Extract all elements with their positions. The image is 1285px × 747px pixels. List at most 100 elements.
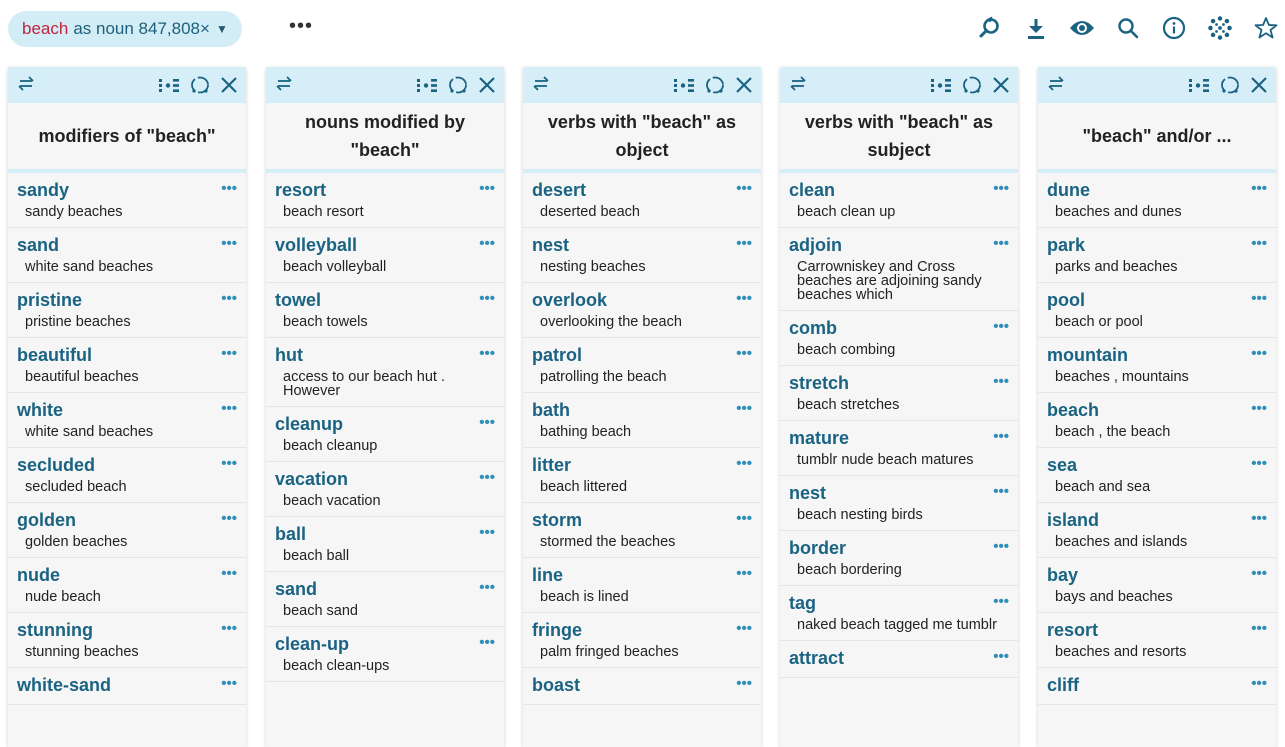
- collocation-row[interactable]: border ••• beach bordering: [780, 531, 1018, 586]
- collocation-row[interactable]: clean-up ••• beach clean-ups: [266, 627, 504, 682]
- collocation-row[interactable]: bay ••• bays and beaches: [1038, 558, 1276, 613]
- collocation-row[interactable]: sea ••• beach and sea: [1038, 448, 1276, 503]
- swap-arrows-icon[interactable]: [788, 75, 808, 96]
- row-menu-icon[interactable]: •••: [1251, 676, 1267, 691]
- collocate-word[interactable]: ball: [275, 523, 495, 545]
- collocation-row[interactable]: sandy ••• sandy beaches: [8, 173, 246, 228]
- collocate-word[interactable]: nest: [532, 234, 752, 256]
- row-menu-icon[interactable]: •••: [479, 470, 495, 485]
- collocate-word[interactable]: attract: [789, 647, 1009, 669]
- row-menu-icon[interactable]: •••: [479, 181, 495, 196]
- collocate-word[interactable]: white: [17, 399, 237, 421]
- collocation-row[interactable]: adjoin ••• Carrowniskey and Cross beaches …: [780, 228, 1018, 311]
- row-menu-icon[interactable]: •••: [1251, 346, 1267, 361]
- row-menu-icon[interactable]: •••: [993, 484, 1009, 499]
- collocate-word[interactable]: tag: [789, 592, 1009, 614]
- row-menu-icon[interactable]: •••: [736, 181, 752, 196]
- row-menu-icon[interactable]: •••: [221, 346, 237, 361]
- close-icon[interactable]: [220, 76, 238, 94]
- collocation-row[interactable]: ball ••• beach ball: [266, 517, 504, 572]
- row-menu-icon[interactable]: •••: [221, 236, 237, 251]
- collocate-word[interactable]: towel: [275, 289, 495, 311]
- row-menu-icon[interactable]: •••: [736, 621, 752, 636]
- collocate-word[interactable]: mature: [789, 427, 1009, 449]
- collocate-word[interactable]: border: [789, 537, 1009, 559]
- column-settings-icon[interactable]: [1188, 76, 1210, 94]
- collocate-word[interactable]: white-sand: [17, 674, 237, 696]
- collocation-row[interactable]: nest ••• nesting beaches: [523, 228, 761, 283]
- column-settings-icon[interactable]: [158, 76, 180, 94]
- collocate-word[interactable]: desert: [532, 179, 752, 201]
- collocation-row[interactable]: litter ••• beach littered: [523, 448, 761, 503]
- collocation-row[interactable]: stretch ••• beach stretches: [780, 366, 1018, 421]
- collocate-word[interactable]: boast: [532, 674, 752, 696]
- swap-arrows-icon[interactable]: [16, 75, 36, 96]
- close-icon[interactable]: [1250, 76, 1268, 94]
- collocate-word[interactable]: secluded: [17, 454, 237, 476]
- collocate-word[interactable]: stretch: [789, 372, 1009, 394]
- collocate-word[interactable]: litter: [532, 454, 752, 476]
- column-settings-icon[interactable]: [673, 76, 695, 94]
- collocation-row[interactable]: towel ••• beach towels: [266, 283, 504, 338]
- row-menu-icon[interactable]: •••: [736, 456, 752, 471]
- collocation-row[interactable]: stunning ••• stunning beaches: [8, 613, 246, 668]
- row-menu-icon[interactable]: •••: [479, 291, 495, 306]
- collocation-row[interactable]: clean ••• beach clean up: [780, 173, 1018, 228]
- collocation-row[interactable]: dune ••• beaches and dunes: [1038, 173, 1276, 228]
- dots-cluster-icon[interactable]: [1207, 13, 1233, 43]
- collocate-word[interactable]: dune: [1047, 179, 1267, 201]
- row-menu-icon[interactable]: •••: [1251, 291, 1267, 306]
- row-menu-icon[interactable]: •••: [1251, 566, 1267, 581]
- collocation-row[interactable]: comb ••• beach combing: [780, 311, 1018, 366]
- collocation-row[interactable]: bath ••• bathing beach: [523, 393, 761, 448]
- row-menu-icon[interactable]: •••: [221, 676, 237, 691]
- swap-arrows-icon[interactable]: [531, 75, 551, 96]
- collocate-word[interactable]: patrol: [532, 344, 752, 366]
- row-menu-icon[interactable]: •••: [1251, 236, 1267, 251]
- close-icon[interactable]: [478, 76, 496, 94]
- close-icon[interactable]: [992, 76, 1010, 94]
- collocation-row[interactable]: attract •••: [780, 641, 1018, 678]
- collocation-row[interactable]: tag ••• naked beach tagged me tumblr: [780, 586, 1018, 641]
- zoom-reset-icon[interactable]: [977, 13, 1003, 43]
- collocation-row[interactable]: pool ••• beach or pool: [1038, 283, 1276, 338]
- row-menu-icon[interactable]: •••: [993, 181, 1009, 196]
- collocation-row[interactable]: golden ••• golden beaches: [8, 503, 246, 558]
- collocation-row[interactable]: patrol ••• patrolling the beach: [523, 338, 761, 393]
- info-icon[interactable]: [1161, 13, 1187, 43]
- collocation-row[interactable]: beach ••• beach , the beach: [1038, 393, 1276, 448]
- collocate-word[interactable]: sand: [275, 578, 495, 600]
- collocation-row[interactable]: beautiful ••• beautiful beaches: [8, 338, 246, 393]
- collocate-word[interactable]: resort: [1047, 619, 1267, 641]
- collocate-word[interactable]: golden: [17, 509, 237, 531]
- collocate-word[interactable]: island: [1047, 509, 1267, 531]
- row-menu-icon[interactable]: •••: [221, 401, 237, 416]
- collocate-word[interactable]: stunning: [17, 619, 237, 641]
- collocate-word[interactable]: beach: [1047, 399, 1267, 421]
- lasso-icon[interactable]: [705, 75, 725, 95]
- column-settings-icon[interactable]: [416, 76, 438, 94]
- swap-arrows-icon[interactable]: [1046, 75, 1066, 96]
- row-menu-icon[interactable]: •••: [993, 236, 1009, 251]
- collocation-row[interactable]: pristine ••• pristine beaches: [8, 283, 246, 338]
- row-menu-icon[interactable]: •••: [736, 291, 752, 306]
- row-menu-icon[interactable]: •••: [993, 429, 1009, 444]
- collocate-word[interactable]: sea: [1047, 454, 1267, 476]
- row-menu-icon[interactable]: •••: [479, 580, 495, 595]
- row-menu-icon[interactable]: •••: [1251, 621, 1267, 636]
- collocate-word[interactable]: line: [532, 564, 752, 586]
- collocate-word[interactable]: volleyball: [275, 234, 495, 256]
- collocate-word[interactable]: bay: [1047, 564, 1267, 586]
- row-menu-icon[interactable]: •••: [479, 346, 495, 361]
- collocate-word[interactable]: clean-up: [275, 633, 495, 655]
- row-menu-icon[interactable]: •••: [479, 236, 495, 251]
- row-menu-icon[interactable]: •••: [1251, 511, 1267, 526]
- collocation-row[interactable]: island ••• beaches and islands: [1038, 503, 1276, 558]
- query-selector[interactable]: beach as noun 847,808× ▼: [8, 11, 242, 47]
- row-menu-icon[interactable]: •••: [1251, 181, 1267, 196]
- collocate-word[interactable]: hut: [275, 344, 495, 366]
- row-menu-icon[interactable]: •••: [221, 511, 237, 526]
- row-menu-icon[interactable]: •••: [221, 291, 237, 306]
- row-menu-icon[interactable]: •••: [993, 649, 1009, 664]
- row-menu-icon[interactable]: •••: [993, 374, 1009, 389]
